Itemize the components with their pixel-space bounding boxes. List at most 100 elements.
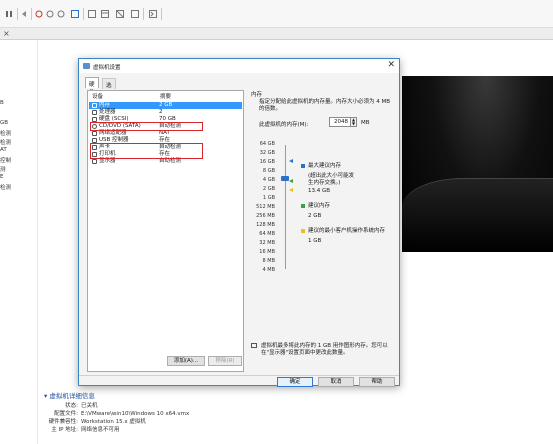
dialog-title-bar[interactable]: 虚拟机设置 ✕ (79, 59, 399, 73)
vm-detail-key: 状态: (65, 403, 78, 409)
revert-icon[interactable] (45, 9, 55, 19)
left-panel-item: E (0, 174, 4, 180)
column-summary: 摘要 (160, 94, 172, 100)
memory-scale-tick: 8 MB (262, 258, 275, 264)
unity-icon[interactable] (100, 9, 110, 19)
vm-detail-key: 主 IP 地址: (51, 427, 78, 433)
memory-size-input[interactable]: 2048 (329, 117, 351, 127)
memory-unit: MB (361, 120, 370, 126)
terminal-icon[interactable] (148, 9, 158, 19)
memory-scale-tick: 32 MB (259, 240, 275, 246)
memory-scale-tick: 4 GB (262, 177, 275, 183)
console-icon[interactable] (70, 9, 80, 19)
memory-label: 此虚拟机的内存(M): (259, 122, 309, 128)
help-button[interactable]: 帮助 (359, 377, 395, 387)
toolbar-separator (161, 8, 162, 20)
close-icon[interactable]: ✕ (387, 60, 395, 70)
memory-scale-tick: 16 GB (259, 159, 275, 165)
toolbar-separator (17, 8, 18, 20)
vm-detail-key: 硬件兼容性: (48, 419, 78, 425)
recommended-label: 建议内存 (308, 203, 331, 209)
max-recommended-note: (超出此大小可能发生内存交换。) (308, 173, 355, 186)
thumbnail-icon[interactable] (115, 9, 125, 19)
vm-details-title[interactable]: ▾ 虚拟机详细信息 (44, 390, 344, 400)
cancel-button[interactable]: 取消 (318, 377, 354, 387)
display-icon (92, 159, 97, 164)
cpu-icon (92, 110, 97, 115)
info-icon (251, 343, 257, 348)
remove-device-button[interactable]: 移除(R) (208, 356, 242, 366)
min-guest-marker-icon (289, 188, 293, 192)
left-panel-item: 检测 (0, 140, 12, 146)
vm-settings-icon (83, 63, 90, 69)
vm-detail-key: 配置文件: (54, 411, 78, 417)
memory-group-title: 内存 (251, 92, 263, 98)
snapshot-icon[interactable] (34, 9, 44, 19)
fullscreen-icon[interactable] (87, 9, 97, 19)
left-panel-item: 控制 (0, 158, 12, 164)
vm-detail-row: 状态: 已关机 (44, 401, 344, 409)
memory-panel: 内存 指定分配给此虚拟机的内存量。内存大小必须为 4 MB 的倍数。 此虚拟机的… (249, 90, 397, 372)
memory-scale-tick: 2 GB (262, 186, 275, 192)
left-panel-item: 检测 (0, 185, 12, 191)
memory-scale-tick: 64 GB (259, 141, 275, 147)
memory-spinner[interactable]: ▲ ▼ (351, 117, 357, 127)
left-panel-item: 检测 (0, 131, 12, 137)
vm-details-section: ▾ 虚拟机详细信息 状态: 已关机 配置文件: E:\VMware\win10\Wi… (44, 390, 344, 444)
dialog-divider (79, 375, 399, 376)
recommended-value: 2 GB (308, 213, 322, 219)
vm-detail-row: 主 IP 地址: 网络信息不可用 (44, 425, 344, 433)
memory-scale-tick: 128 MB (256, 222, 275, 228)
vm-preview-reflection (402, 178, 553, 252)
memory-scale-tick: 256 MB (256, 213, 275, 219)
vm-detail-row: 硬件兼容性: Workstation 15.x 虚拟机 (44, 417, 344, 425)
device-summary: NAT (159, 130, 170, 136)
highlight-box-cd-dvd (90, 122, 203, 131)
max-recommended-marker-icon (289, 159, 293, 163)
toolbar-separator (83, 8, 84, 20)
memory-icon (92, 103, 97, 108)
device-summary: 2 (159, 109, 163, 115)
vm-detail-row: 配置文件: E:\VMware\win10\Windows 10 x64.vmx (44, 409, 344, 417)
device-name: 处理器 (99, 109, 116, 115)
memory-slider-track[interactable] (285, 145, 286, 269)
column-device: 设备 (92, 94, 104, 100)
recommended-legend: 建议内存 2 GB (301, 203, 393, 221)
device-summary: 自动检测 (159, 158, 182, 164)
dialog-title: 虚拟机设置 (93, 65, 121, 71)
vm-preview-screen[interactable] (402, 76, 553, 252)
pause-icon[interactable] (4, 9, 14, 19)
left-panel: B GB 检测 检测 AT 控制 测 E 检测 (0, 40, 38, 444)
network-icon (92, 131, 97, 136)
device-summary: 2 GB (159, 102, 173, 108)
app-toolbar (0, 0, 553, 28)
toolbar-separator (143, 8, 144, 20)
left-panel-item: AT (0, 147, 7, 153)
close-tab-icon[interactable]: × (3, 29, 10, 38)
device-row-display[interactable]: 显示器 自动检测 (89, 158, 242, 165)
memory-scale-tick: 32 GB (259, 150, 275, 156)
ok-button[interactable]: 确定 (277, 377, 313, 387)
device-row-network[interactable]: 网络适配器 NAT (89, 130, 242, 137)
left-panel-item: 测 (0, 167, 6, 173)
snapshot-manager-icon[interactable] (56, 9, 66, 19)
device-list: 设备 摘要 内存 2 GB 处理器 2 硬盘 (SCSI) 70 GB CD/D… (87, 90, 244, 372)
device-row-processor[interactable]: 处理器 2 (89, 109, 242, 116)
send-keys-icon[interactable] (20, 9, 30, 19)
toolbar-separator (31, 8, 32, 20)
highlight-box-sound-printer (90, 143, 203, 159)
vm-tab-strip: × (0, 28, 553, 40)
min-guest-label: 建议的最小客户机操作系统内存 (308, 228, 386, 234)
add-device-button[interactable]: 添加(A)... (167, 356, 205, 366)
tab-options[interactable]: 选项 (102, 78, 116, 97)
device-name: 显示器 (99, 158, 116, 164)
tab-hardware[interactable]: 硬件 (85, 77, 99, 96)
device-row-memory[interactable]: 内存 2 GB (89, 102, 242, 109)
device-list-header: 设备 摘要 (88, 91, 243, 100)
max-recommended-value: 13.4 GB (308, 188, 331, 194)
memory-scale-tick: 1 GB (262, 195, 275, 201)
memory-slider-thumb[interactable] (281, 176, 289, 181)
memory-scale-tick: 64 MB (259, 231, 275, 237)
recommended-swatch (301, 204, 305, 208)
view-icon[interactable] (130, 9, 140, 19)
